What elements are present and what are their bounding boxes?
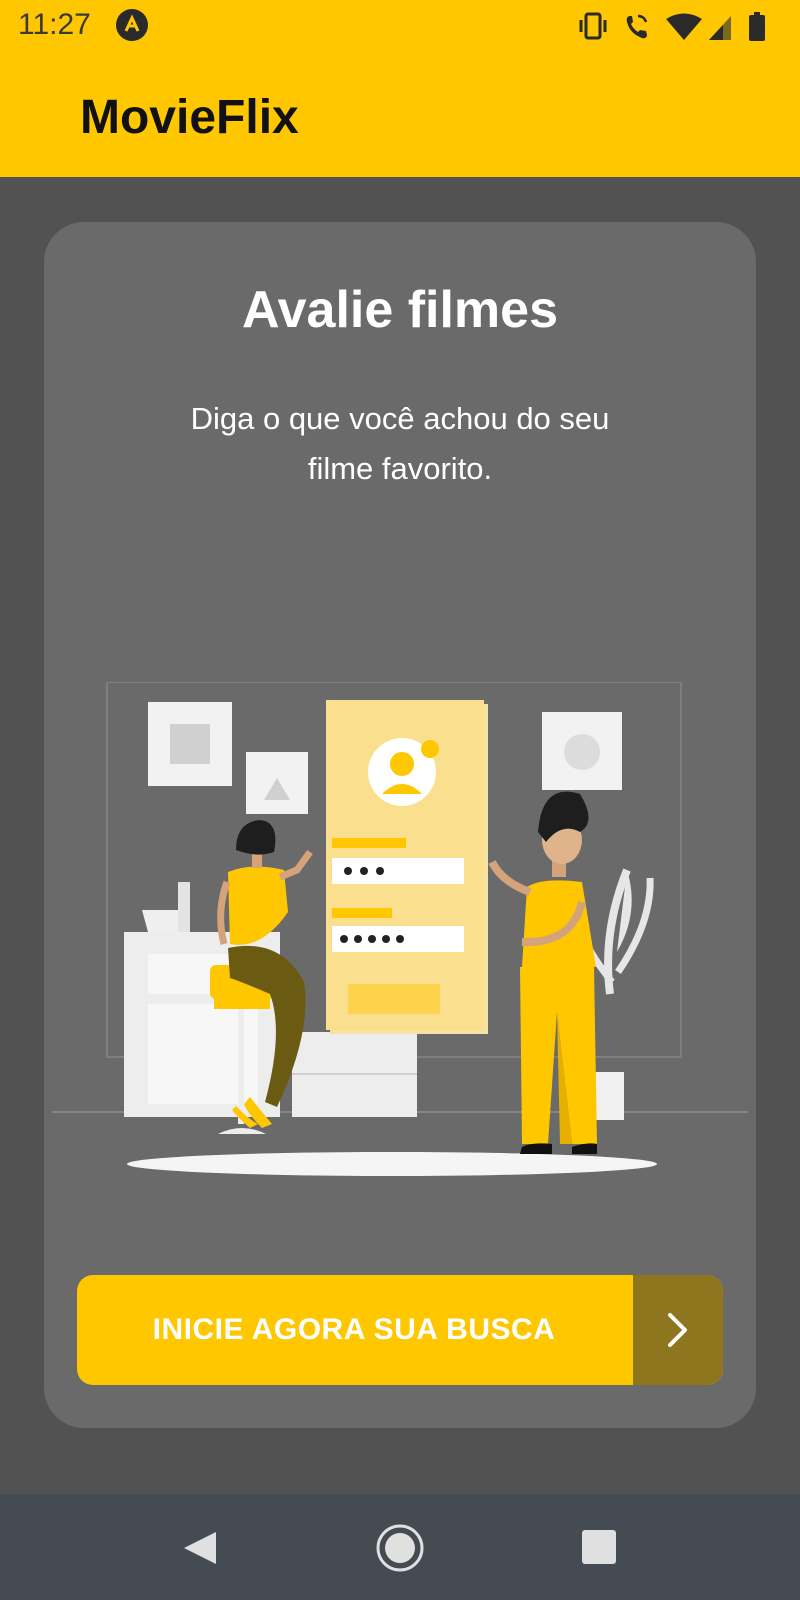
status-bar: 11:27	[0, 0, 800, 50]
vibrate-icon	[579, 12, 607, 40]
wifi-calling-icon	[626, 14, 648, 39]
battery-icon	[749, 12, 765, 41]
start-search-button[interactable]: INICIE AGORA SUA BUSCA	[77, 1275, 723, 1385]
card-subtitle-line-2: filme favorito.	[307, 451, 493, 486]
card-subtitle: Diga o que você achou do seu filme favor…	[150, 394, 650, 494]
home-icon[interactable]	[372, 1520, 428, 1576]
card-subtitle-line-1: Diga o que você achou do seu	[190, 401, 610, 436]
app-bar: MovieFlix	[0, 50, 800, 177]
app-title: MovieFlix	[80, 91, 299, 144]
login-illustration	[52, 682, 748, 1176]
wifi-icon	[666, 13, 702, 40]
recents-icon[interactable]	[572, 1520, 628, 1576]
system-navigation-bar	[0, 1494, 800, 1600]
signal-icon	[709, 16, 731, 40]
back-icon[interactable]	[172, 1520, 228, 1576]
start-search-button-label: INICIE AGORA SUA BUSCA	[152, 1313, 556, 1346]
app-notification-icon	[116, 9, 148, 41]
status-time: 11:27	[18, 8, 91, 41]
chevron-right-icon	[633, 1275, 723, 1385]
onboarding-card: Avalie filmes Diga o que você achou do s…	[44, 222, 756, 1428]
card-title: Avalie filmes	[241, 281, 558, 339]
status-icons	[579, 12, 765, 41]
